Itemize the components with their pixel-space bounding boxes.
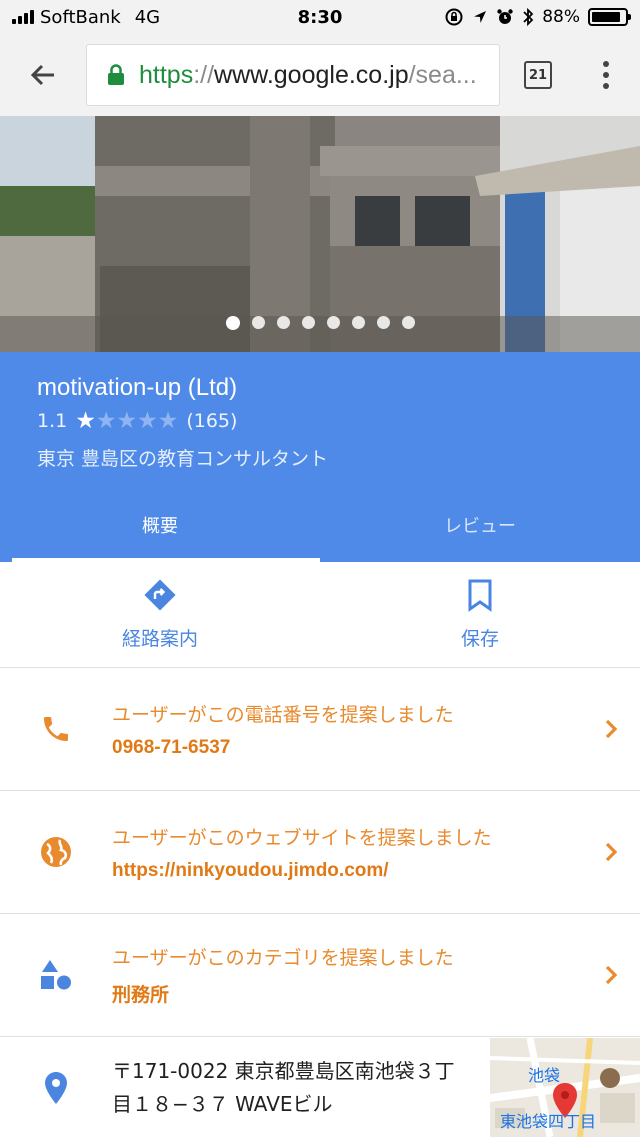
category-row[interactable]: ユーザーがこのカテゴリを提案しました 刑務所 — [0, 914, 640, 1037]
star-icon: ★ — [75, 408, 96, 434]
star-icon: ★ — [137, 408, 158, 434]
pager-dot[interactable] — [351, 316, 365, 329]
website-chevron — [582, 841, 640, 863]
address-row[interactable]: 〒171-0022 東京都豊島区南池袋３丁 目１８−３７ WAVEビル 池袋 東… — [0, 1038, 640, 1137]
lock-icon — [108, 64, 124, 85]
category-icon-wrap — [0, 958, 112, 992]
website-url[interactable]: https://ninkyoudou.jimdo.com/ — [112, 860, 582, 882]
tab-reviews[interactable]: レビュー — [320, 487, 640, 562]
category-value: 刑務所 — [112, 984, 170, 1006]
star-icon: ★ — [116, 408, 138, 434]
overflow-menu-button[interactable] — [576, 34, 636, 116]
phone-icon — [44, 717, 68, 741]
globe-icon-wrap — [0, 835, 112, 869]
phone-chevron — [582, 718, 640, 740]
battery-level — [592, 12, 621, 22]
phone-row[interactable]: ユーザーがこの電話番号を提案しました 0968-71-6537 — [0, 668, 640, 791]
star-icon: ★ — [157, 408, 179, 434]
tab-overview[interactable]: 概要 — [0, 487, 320, 562]
address-text: 〒171-0022 東京都豊島区南池袋３丁 目１８−３７ WAVEビル — [112, 1055, 490, 1121]
battery-percent: 88% — [542, 7, 580, 27]
network-type: 4G — [134, 6, 161, 28]
category-chevron — [582, 964, 640, 986]
directions-icon — [144, 579, 176, 611]
browser-toolbar: https://www.google.co.jp/sea... 21 — [0, 34, 640, 116]
status-left: SoftBank 4G — [12, 7, 160, 28]
star-rating: ★★★★★ — [75, 408, 178, 434]
url-separator: :// — [193, 60, 215, 89]
signal-strength-icon — [12, 10, 34, 24]
website-text: ユーザーがこのウェブサイトを提案しました https://ninkyoudou.… — [112, 823, 582, 882]
globe-icon — [41, 837, 71, 867]
website-row[interactable]: ユーザーがこのウェブサイトを提案しました https://ninkyoudou.… — [0, 791, 640, 914]
address-line-2: 目１８−３７ WAVEビル — [112, 1091, 333, 1116]
url-text: https://www.google.co.jp/sea... — [139, 61, 477, 90]
chevron-right-icon — [605, 719, 618, 739]
review-count: (165) — [186, 410, 238, 432]
rating-row[interactable]: 1.1 ★★★★★ (165) — [37, 408, 603, 434]
chevron-right-icon — [605, 965, 618, 985]
pin-icon-wrap — [0, 1071, 112, 1105]
category-suggestion: ユーザーがこのカテゴリを提案しました — [112, 947, 454, 969]
back-arrow-icon — [30, 64, 54, 86]
pager-dot[interactable] — [251, 316, 265, 329]
photo-pager — [0, 316, 640, 330]
place-tabs: 概要 レビュー — [0, 487, 640, 562]
url-scheme: https — [139, 60, 194, 89]
tab-switcher-button[interactable]: 21 — [500, 34, 576, 116]
place-photo[interactable] — [0, 116, 640, 352]
place-header: motivation-up (Ltd) 1.1 ★★★★★ (165) 東京 豊… — [0, 352, 640, 487]
place-name: motivation-up (Ltd) — [37, 374, 238, 401]
phone-number: 0968-71-6537 — [112, 736, 231, 758]
bookmark-icon — [468, 579, 492, 612]
tab-count: 21 — [524, 61, 552, 89]
pager-dot[interactable] — [301, 316, 315, 329]
address-line-1: 〒171-0022 東京都豊島区南池袋３丁 — [112, 1058, 455, 1083]
website-suggestion: ユーザーがこのウェブサイトを提案しました — [112, 826, 492, 849]
phone-icon-wrap — [0, 713, 112, 745]
battery-icon — [588, 8, 631, 26]
pager-dot[interactable] — [276, 316, 290, 329]
location-arrow-icon — [474, 11, 487, 23]
save-label: 保存 — [460, 628, 499, 650]
pager-dot[interactable] — [326, 316, 340, 329]
phone-suggestion: ユーザーがこの電話番号を提案しました — [112, 703, 454, 726]
pager-dot[interactable] — [401, 316, 415, 329]
phone-text: ユーザーがこの電話番号を提案しました 0968-71-6537 — [112, 700, 582, 759]
directions-label: 経路案内 — [121, 628, 198, 650]
location-pin-icon — [45, 1071, 67, 1104]
map-label-station: 池袋 — [528, 1066, 561, 1085]
back-button[interactable] — [0, 34, 86, 116]
rotation-lock-icon — [445, 8, 463, 26]
map-label-area: 東池袋四丁目 — [500, 1112, 597, 1131]
bluetooth-icon — [523, 7, 534, 27]
save-button[interactable]: 保存 — [320, 562, 640, 667]
rating-value: 1.1 — [37, 410, 68, 432]
place-category: 東京 豊島区の教育コンサルタント — [37, 448, 329, 470]
address-bar[interactable]: https://www.google.co.jp/sea... — [86, 44, 500, 106]
action-bar: 経路案内 保存 — [0, 562, 640, 668]
category-text: ユーザーがこのカテゴリを提案しました 刑務所 — [112, 943, 582, 1007]
chevron-right-icon — [605, 842, 618, 862]
star-icon: ★ — [95, 408, 117, 434]
map-thumbnail[interactable]: 池袋 東池袋四丁目 — [490, 1038, 640, 1137]
url-path: /sea... — [408, 60, 477, 89]
status-right: 88% — [444, 7, 631, 27]
carrier-name: SoftBank — [40, 6, 121, 28]
pager-dot[interactable] — [225, 316, 240, 330]
alarm-icon — [497, 9, 513, 24]
status-bar: SoftBank 4G 8:30 88% — [0, 0, 640, 34]
pager-dot[interactable] — [376, 316, 390, 329]
directions-button[interactable]: 経路案内 — [0, 562, 320, 667]
category-shapes-icon — [41, 960, 71, 990]
url-host: www.google.co.jp — [214, 60, 409, 89]
